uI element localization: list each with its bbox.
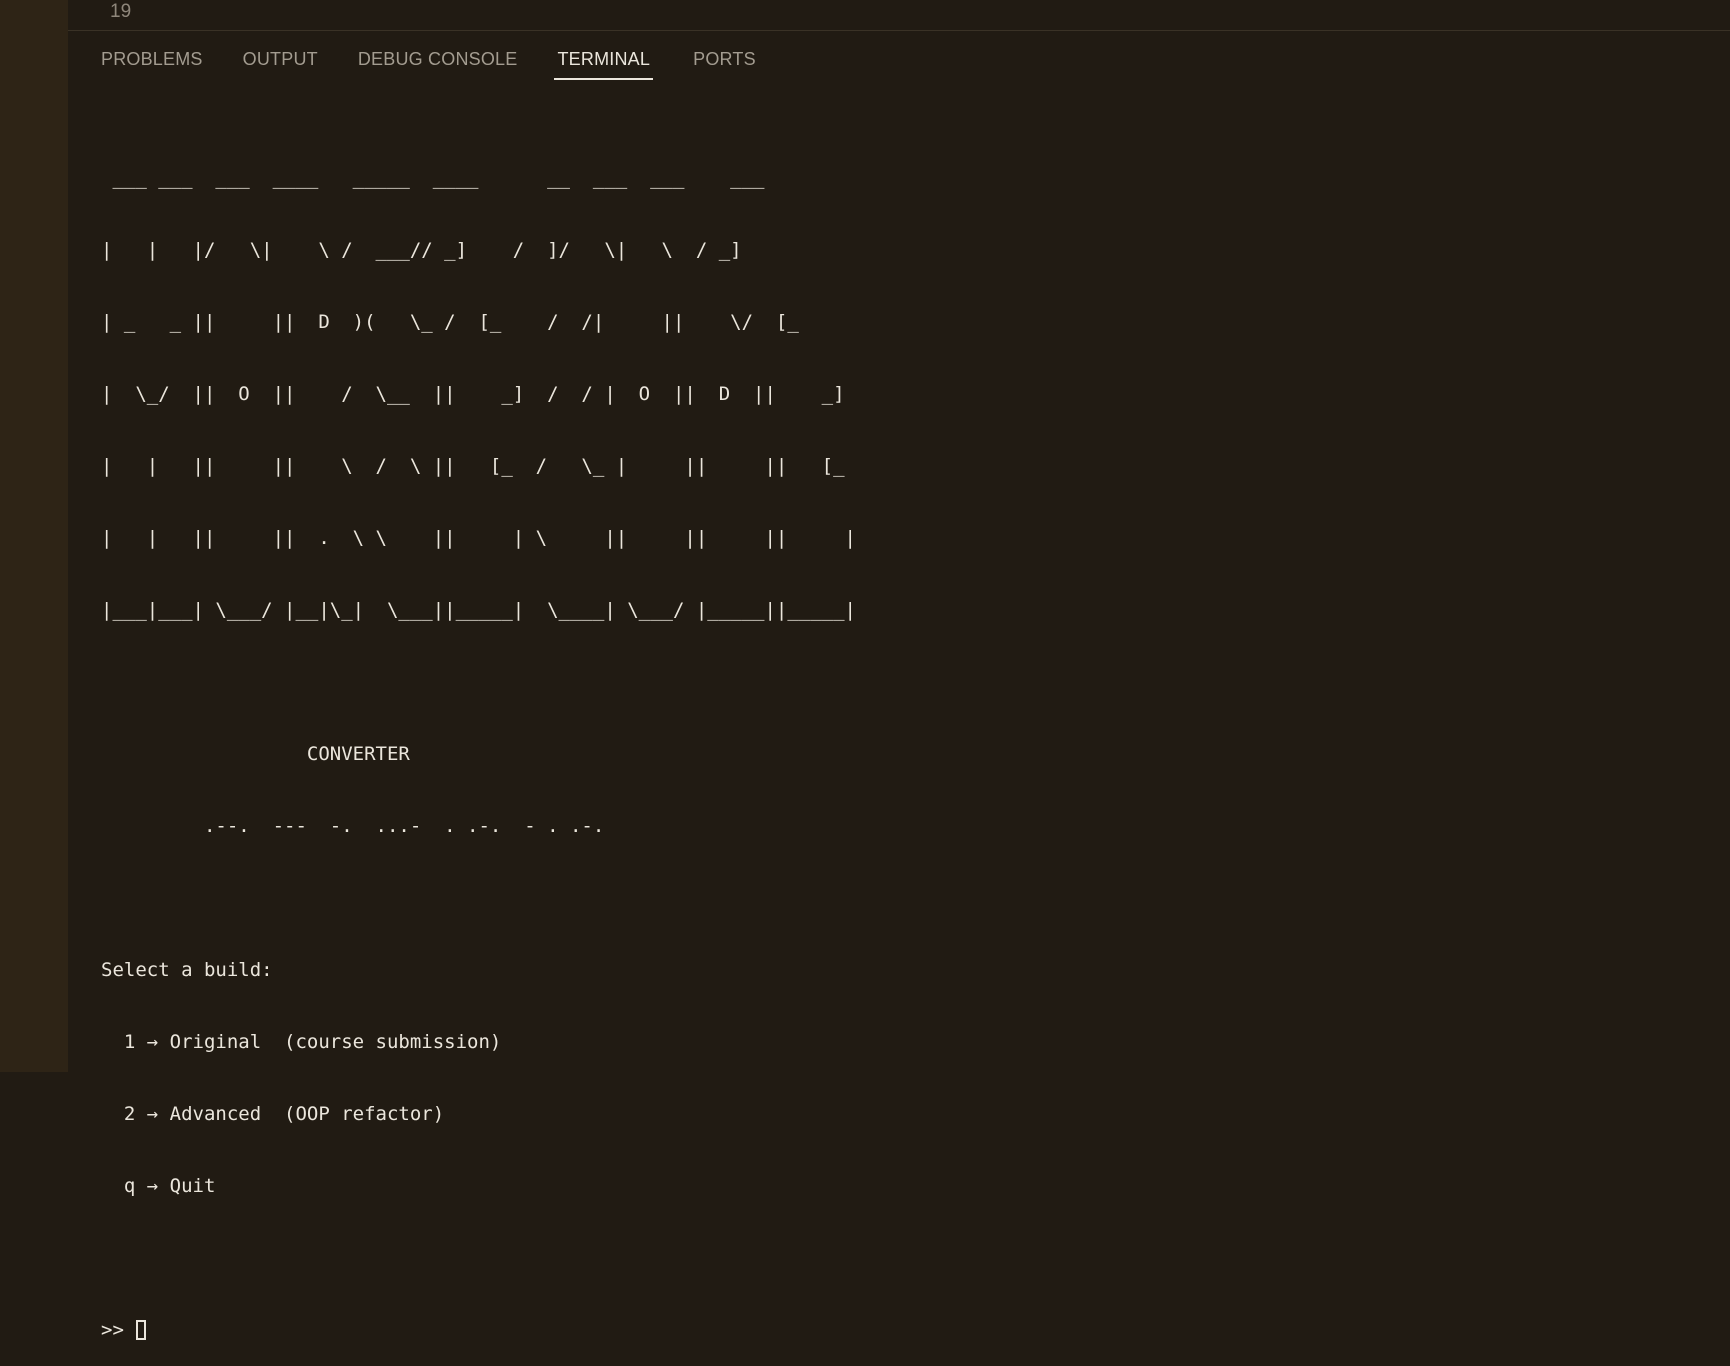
menu-option-quit: q → Quit: [101, 1175, 216, 1197]
tab-terminal[interactable]: TERMINAL: [554, 45, 654, 80]
panel-tabs: PROBLEMS OUTPUT DEBUG CONSOLE TERMINAL P…: [101, 45, 796, 80]
tab-debug-console[interactable]: DEBUG CONSOLE: [358, 45, 518, 80]
tab-output[interactable]: OUTPUT: [243, 45, 318, 80]
ascii-art-line: | | || || \ / \ || [_ / \_ | || || [_: [101, 455, 845, 477]
ascii-art-line: ___ ___ ___ ____ _____ ____ __ ___ ___ _…: [101, 167, 765, 189]
menu-option-original: 1 → Original (course submission): [101, 1031, 502, 1053]
morse-code-line: .--. --- -. ...- . .-. - . .-.: [101, 815, 605, 837]
ascii-art-line: |___|___| \___/ |__|\_| \___||_____| \__…: [101, 599, 856, 621]
converter-subtitle: CONVERTER: [101, 743, 410, 765]
ascii-art-line: | | |/ \| \ / ___// _] / ]/ \| \ / _]: [101, 239, 742, 261]
prompt-line[interactable]: >>: [101, 1318, 856, 1342]
ascii-art-line: | | || || . \ \ || | \ || || || |: [101, 527, 856, 549]
menu-option-advanced: 2 → Advanced (OOP refactor): [101, 1103, 445, 1125]
terminal-output[interactable]: ___ ___ ___ ____ _____ ____ __ ___ ___ _…: [101, 118, 856, 1366]
menu-title: Select a build:: [101, 959, 273, 981]
ascii-art-line: | _ _ || || D )( \_ / [_ / /| || \/ [_: [101, 311, 799, 333]
terminal-cursor: [135, 1320, 146, 1340]
prompt-symbol: >>: [101, 1319, 124, 1341]
editor-area: 19: [68, 0, 1730, 31]
activity-bar: [0, 0, 68, 1072]
tab-problems[interactable]: PROBLEMS: [101, 45, 203, 80]
tab-ports[interactable]: PORTS: [693, 45, 756, 80]
line-number: 19: [110, 1, 132, 22]
ascii-art-line: | \_/ || O || / \__ || _] / / | O || D |…: [101, 383, 845, 405]
